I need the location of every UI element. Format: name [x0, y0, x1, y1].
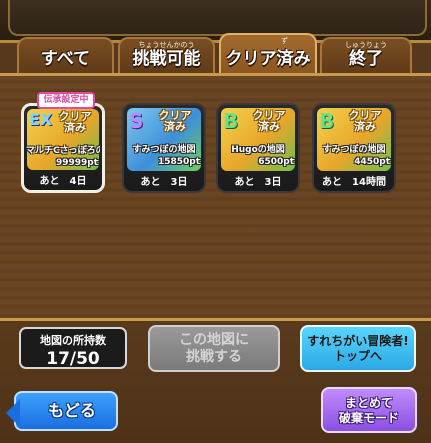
tab-label: 挑戦可能	[132, 49, 201, 69]
map-name: すみつぼの地図	[132, 145, 196, 155]
encounter-top-button[interactable]: すれちがい冒険者! トップへ	[300, 325, 416, 372]
remaining-time: あと 3日	[140, 177, 188, 188]
cleared-label: クリア 済み	[158, 109, 192, 133]
map-card[interactable]: B クリア 済み Hugoの地図 6500pt あと 3日	[216, 103, 300, 193]
map-points: 99999pt	[55, 158, 98, 168]
tab-challengeable[interactable]: ちょうせんかのう 挑戦可能	[118, 37, 215, 75]
map-name: Hugoの地図	[231, 145, 285, 155]
tab-label: すべて	[40, 49, 91, 69]
tab-label: 終了	[349, 49, 383, 69]
top-frame-inner	[8, 0, 427, 36]
bulk-discard-button[interactable]: まとめて 破棄モード	[321, 387, 417, 433]
inherit-setting-badge: 伝承設定中	[37, 92, 95, 109]
remaining-time: あと 4日	[39, 176, 87, 187]
tab-cleared[interactable]: ず クリア済み	[219, 33, 317, 75]
rank-b-icon: B	[223, 109, 239, 133]
map-points: 6500pt	[258, 157, 294, 167]
map-card[interactable]: EX クリア済み マルチCさっぽろの地図 99999pt あと 4日	[21, 103, 105, 193]
map-points: 15850pt	[157, 157, 200, 167]
tab-ended[interactable]: しゅうりょう 終了	[320, 37, 412, 75]
back-button-label: もどる	[48, 401, 96, 420]
remaining-time: あと 14時間	[322, 177, 386, 188]
map-name: すみつぼの地図	[322, 145, 386, 155]
remaining-time: あと 3日	[234, 177, 282, 188]
rank-s-icon: S	[129, 109, 144, 133]
map-name: マルチCさっぽろの地図	[26, 146, 100, 156]
map-card[interactable]: B クリア 済み すみつぼの地図 4450pt あと 14時間	[312, 103, 396, 193]
map-count-box: 地図の所持数 17/50	[19, 327, 127, 369]
cleared-label: クリア 済み	[252, 109, 286, 133]
map-count-label: 地図の所持数	[40, 334, 106, 347]
map-points: 4450pt	[354, 157, 390, 167]
map-card[interactable]: S クリア 済み すみつぼの地図 15850pt あと 3日	[122, 103, 206, 193]
cleared-label: クリア 済み	[58, 110, 92, 134]
rank-b-icon: B	[319, 109, 335, 133]
back-arrow-icon	[6, 399, 20, 427]
back-button[interactable]: もどる	[6, 391, 118, 431]
cleared-label: クリア 済み	[348, 109, 382, 133]
challenge-map-button[interactable]: この地図に 挑戦する	[148, 325, 280, 372]
tab-label: クリア済み	[225, 49, 311, 69]
tab-all[interactable]: すべて	[17, 37, 114, 75]
map-count-value: 17/50	[46, 349, 100, 369]
